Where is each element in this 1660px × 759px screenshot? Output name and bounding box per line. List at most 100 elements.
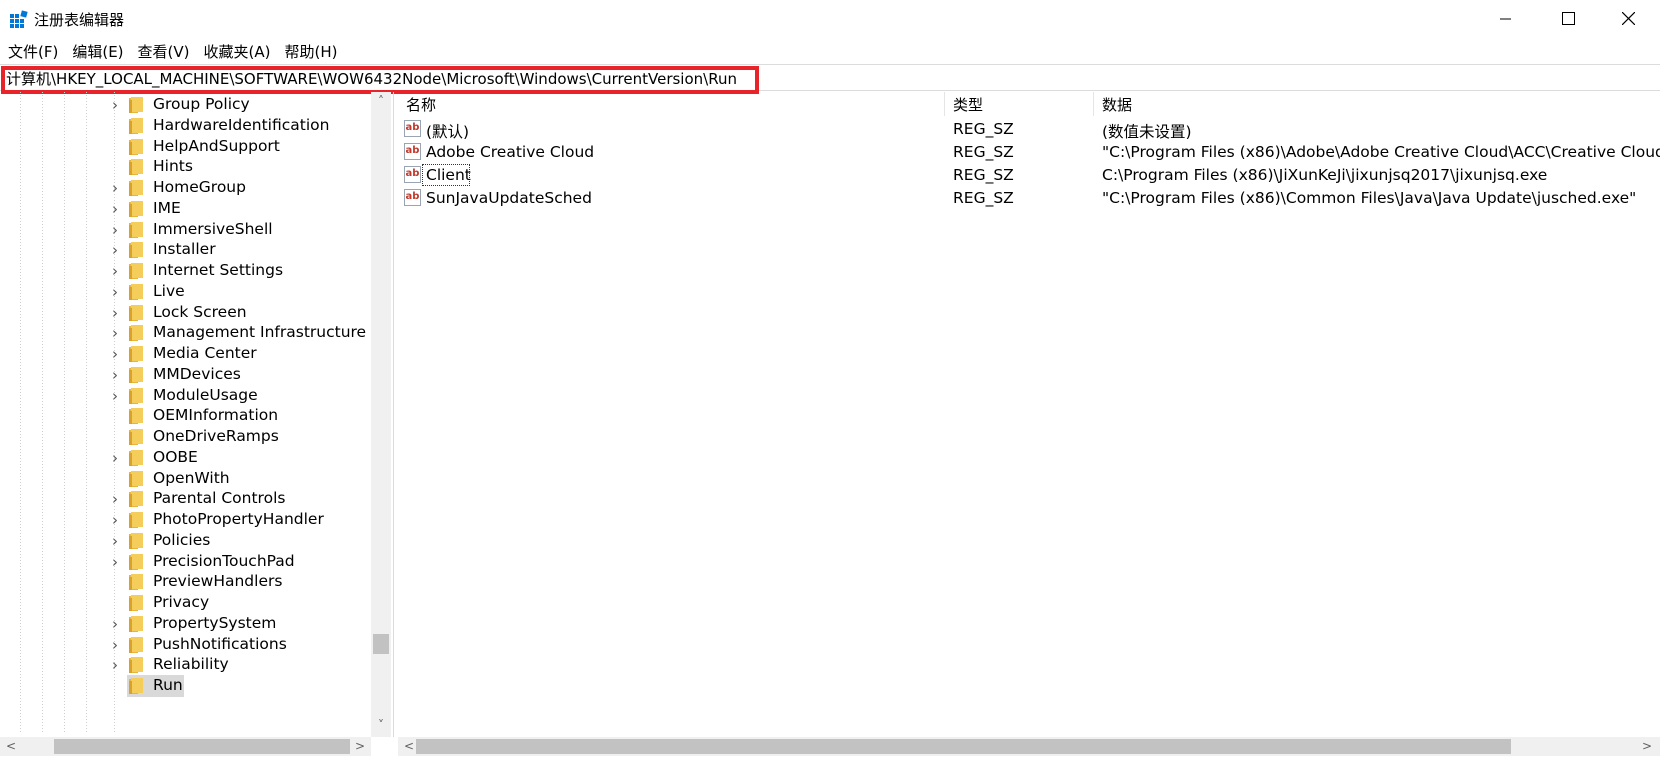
tree-item-label[interactable]: Privacy bbox=[153, 593, 209, 611]
expand-chevron-icon[interactable]: › bbox=[108, 551, 122, 573]
expand-chevron-icon[interactable]: › bbox=[108, 343, 122, 365]
list-horizontal-scrollbar[interactable]: < > bbox=[398, 737, 1660, 756]
tree-item[interactable]: › PhotoPropertyHandler bbox=[0, 509, 370, 531]
tree-item[interactable]: › PushNotifications bbox=[0, 634, 370, 656]
value-name[interactable]: (默认) bbox=[426, 120, 469, 142]
tree-item-label[interactable]: Media Center bbox=[153, 344, 257, 362]
expand-chevron-icon[interactable]: › bbox=[108, 260, 122, 282]
tree-item-label[interactable]: Management Infrastructure bbox=[153, 323, 366, 341]
tree-item[interactable]: › Media Center bbox=[0, 343, 370, 365]
column-divider[interactable] bbox=[944, 92, 945, 116]
expand-chevron-icon[interactable]: › bbox=[108, 281, 122, 303]
tree-item[interactable]: › Management Infrastructure bbox=[0, 322, 370, 344]
expand-chevron-icon[interactable]: › bbox=[108, 219, 122, 241]
tree-item-label[interactable]: Internet Settings bbox=[153, 261, 283, 279]
tree-item[interactable]: › ImmersiveShell bbox=[0, 219, 370, 241]
scroll-right-icon[interactable]: > bbox=[351, 737, 369, 756]
value-row[interactable]: ab Client REG_SZ C:\Program Files (x86)\JiX… bbox=[398, 163, 1660, 187]
maximize-button[interactable] bbox=[1538, 0, 1598, 37]
tree-item[interactable]: PreviewHandlers bbox=[0, 571, 370, 593]
expand-chevron-icon[interactable]: › bbox=[108, 302, 122, 324]
tree-item[interactable]: › HomeGroup bbox=[0, 177, 370, 199]
tree-item[interactable]: › Live bbox=[0, 281, 370, 303]
scroll-up-icon[interactable]: ˄ bbox=[371, 92, 391, 110]
tree-item-label[interactable]: OEMInformation bbox=[153, 406, 278, 424]
value-row[interactable]: ab SunJavaUpdateSched REG_SZ "C:\Program Fi… bbox=[398, 186, 1660, 210]
expand-chevron-icon[interactable]: › bbox=[108, 385, 122, 407]
tree-item-label[interactable]: HardwareIdentification bbox=[153, 116, 329, 134]
tree-vertical-scrollbar[interactable]: ˄ ˅ bbox=[371, 92, 391, 737]
column-header-type[interactable]: 类型 bbox=[953, 94, 983, 115]
tree-item[interactable]: › Lock Screen bbox=[0, 302, 370, 324]
tree-item-label[interactable]: IME bbox=[153, 199, 181, 217]
tree-item-label[interactable]: OpenWith bbox=[153, 469, 230, 487]
tree-item-label[interactable]: Run bbox=[153, 676, 183, 694]
tree-item-label[interactable]: Parental Controls bbox=[153, 489, 285, 507]
expand-chevron-icon[interactable]: › bbox=[108, 488, 122, 510]
column-header-data[interactable]: 数据 bbox=[1102, 94, 1132, 115]
menu-file[interactable]: 文件(F) bbox=[8, 38, 58, 64]
tree-item[interactable]: › Internet Settings bbox=[0, 260, 370, 282]
tree-item-label[interactable]: Hints bbox=[153, 157, 193, 175]
tree-item-label[interactable]: PushNotifications bbox=[153, 635, 287, 653]
tree-item[interactable]: HardwareIdentification bbox=[0, 115, 370, 137]
tree-item-label[interactable]: Live bbox=[153, 282, 185, 300]
column-divider[interactable] bbox=[1093, 92, 1094, 116]
expand-chevron-icon[interactable]: › bbox=[108, 177, 122, 199]
tree-item[interactable]: › PrecisionTouchPad bbox=[0, 551, 370, 573]
tree-item[interactable]: › Parental Controls bbox=[0, 488, 370, 510]
tree-item-label[interactable]: Lock Screen bbox=[153, 303, 247, 321]
column-header-name[interactable]: 名称 bbox=[406, 94, 436, 115]
tree-item[interactable]: OneDriveRamps bbox=[0, 426, 370, 448]
tree-item-label[interactable]: Reliability bbox=[153, 655, 229, 673]
scroll-right-icon[interactable]: > bbox=[1638, 737, 1656, 756]
expand-chevron-icon[interactable]: › bbox=[108, 654, 122, 676]
tree-item[interactable]: › Group Policy bbox=[0, 94, 370, 116]
tree-item[interactable]: › ModuleUsage bbox=[0, 385, 370, 407]
tree-item-label[interactable]: PreviewHandlers bbox=[153, 572, 282, 590]
value-row[interactable]: ab (默认) REG_SZ (数值未设置) bbox=[398, 117, 1660, 141]
expand-chevron-icon[interactable]: › bbox=[108, 94, 122, 116]
tree-item-label[interactable]: ModuleUsage bbox=[153, 386, 258, 404]
tree-item-label[interactable]: Policies bbox=[153, 531, 210, 549]
value-row[interactable]: ab Adobe Creative Cloud REG_SZ "C:\Program … bbox=[398, 140, 1660, 164]
value-name[interactable]: SunJavaUpdateSched bbox=[426, 189, 592, 207]
tree-item-label[interactable]: ImmersiveShell bbox=[153, 220, 273, 238]
tree-horizontal-scrollbar[interactable]: < > bbox=[0, 737, 371, 756]
expand-chevron-icon[interactable]: › bbox=[108, 634, 122, 656]
tree-item[interactable]: › Policies bbox=[0, 530, 370, 552]
menu-favorites[interactable]: 收藏夹(A) bbox=[204, 38, 271, 64]
tree-item-label[interactable]: PrecisionTouchPad bbox=[153, 552, 295, 570]
tree-item-label[interactable]: MMDevices bbox=[153, 365, 241, 383]
close-button[interactable] bbox=[1598, 0, 1658, 37]
tree-item[interactable]: › Installer bbox=[0, 239, 370, 261]
menu-view[interactable]: 查看(V) bbox=[138, 38, 190, 64]
address-bar[interactable]: 计算机\HKEY_LOCAL_MACHINE\SOFTWARE\WOW6432N… bbox=[0, 64, 1660, 94]
expand-chevron-icon[interactable]: › bbox=[108, 509, 122, 531]
tree-item[interactable]: › OOBE bbox=[0, 447, 370, 469]
minimize-button[interactable] bbox=[1476, 0, 1536, 37]
value-name[interactable]: Client bbox=[426, 166, 471, 184]
tree-item-label[interactable]: OOBE bbox=[153, 448, 198, 466]
tree-scroll-thumb[interactable] bbox=[373, 634, 389, 654]
tree-item-label[interactable]: OneDriveRamps bbox=[153, 427, 279, 445]
tree-item-label[interactable]: Group Policy bbox=[153, 95, 250, 113]
tree-item[interactable]: OpenWith bbox=[0, 468, 370, 490]
tree-item-label[interactable]: PropertySystem bbox=[153, 614, 276, 632]
scroll-down-icon[interactable]: ˅ bbox=[371, 716, 391, 734]
tree-item[interactable]: OEMInformation bbox=[0, 405, 370, 427]
menu-edit[interactable]: 编辑(E) bbox=[72, 38, 123, 64]
expand-chevron-icon[interactable]: › bbox=[108, 322, 122, 344]
tree-item-label[interactable]: HelpAndSupport bbox=[153, 137, 280, 155]
tree-item-label[interactable]: HomeGroup bbox=[153, 178, 246, 196]
scroll-left-icon[interactable]: < bbox=[2, 737, 20, 756]
tree-item-label[interactable]: Installer bbox=[153, 240, 216, 258]
tree-item[interactable]: › IME bbox=[0, 198, 370, 220]
expand-chevron-icon[interactable]: › bbox=[108, 447, 122, 469]
tree-item[interactable]: HelpAndSupport bbox=[0, 136, 370, 158]
expand-chevron-icon[interactable]: › bbox=[108, 198, 122, 220]
expand-chevron-icon[interactable]: › bbox=[108, 613, 122, 635]
tree-item[interactable]: Run bbox=[0, 675, 370, 697]
tree-item[interactable]: › MMDevices bbox=[0, 364, 370, 386]
expand-chevron-icon[interactable]: › bbox=[108, 364, 122, 386]
